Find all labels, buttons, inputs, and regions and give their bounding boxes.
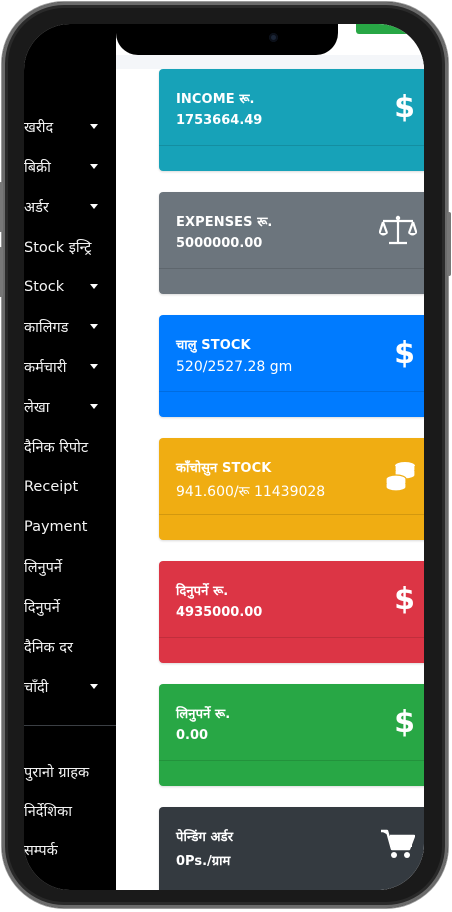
notch: [116, 24, 338, 55]
card-value: 0.00: [176, 728, 209, 743]
sidebar-item-contact[interactable]: सम्पर्क: [24, 830, 116, 869]
phone-frame: खरीद बिक्री अर्डर Stock इन्ट्रि Stock का…: [0, 2, 451, 908]
card-title: पेन्डिंग अर्डर: [176, 830, 234, 845]
sidebar-item-label: बिक्री: [24, 160, 51, 176]
dollar-icon: $: [394, 336, 415, 371]
dollar-icon: $: [394, 90, 415, 125]
expenses-card[interactable]: EXPENSES रू. 5000000.00: [159, 192, 424, 294]
caret-down-icon: [90, 404, 98, 409]
card-footer-divider: [159, 760, 424, 761]
card-title: दिनुपर्ने रू.: [176, 584, 229, 599]
sidebar-item-label: दैनिक रिपोट: [24, 440, 89, 456]
sidebar-item-payment[interactable]: Payment: [24, 507, 116, 547]
sidebar-item-label: लेखा: [24, 400, 50, 416]
sidebar-item-old-customer[interactable]: पुरानो ग्राहक: [24, 752, 116, 791]
card-title: चालु STOCK: [176, 338, 251, 353]
card-value: 520/2527.28 gm: [176, 359, 293, 375]
caret-down-icon: [90, 684, 98, 689]
card-title: INCOME रू.: [176, 92, 255, 107]
card-title: EXPENSES रू.: [176, 215, 273, 230]
card-footer-divider: [159, 268, 424, 269]
card-title: काँचोसुन STOCK: [176, 461, 272, 476]
sidebar-item-label: कर्मचारी: [24, 360, 67, 376]
sidebar-item-label: दिनुपर्ने: [24, 600, 60, 616]
sidebar-item-stock[interactable]: Stock: [24, 267, 116, 307]
sidebar-item-label: चाँदी: [24, 680, 49, 696]
pending-order-card[interactable]: पेन्डिंग अर्डर 0Ps./ग्राम: [159, 807, 424, 890]
dollar-icon: $: [394, 582, 415, 617]
sidebar-item-employee[interactable]: कर्मचारी: [24, 347, 116, 387]
caret-down-icon: [90, 284, 98, 289]
card-value: 1753664.49: [176, 113, 263, 128]
caret-down-icon: [90, 204, 98, 209]
raw-gold-stock-card[interactable]: काँचोसुन STOCK 941.600/रू 11439028: [159, 438, 424, 540]
sidebar-item-directory[interactable]: निर्देशिका: [24, 791, 116, 830]
sidebar-item-accounts[interactable]: लेखा: [24, 387, 116, 427]
card-value: 941.600/रू 11439028: [176, 484, 326, 500]
sidebar-item-label: खरीद: [24, 120, 54, 136]
sidebar-divider: [24, 725, 116, 726]
coins-icon: [385, 460, 417, 496]
volume-button-lower: [0, 247, 3, 297]
sidebar-item-label: निर्देशिका: [24, 803, 73, 820]
card-footer-divider: [159, 637, 424, 638]
volume-button: [0, 182, 3, 232]
card-footer-divider: [159, 145, 424, 146]
sidebar-menu: खरीद बिक्री अर्डर Stock इन्ट्रि Stock का…: [24, 107, 116, 869]
sidebar-item-daily-report[interactable]: दैनिक रिपोट: [24, 427, 116, 467]
sidebar-item-payable[interactable]: दिनुपर्ने: [24, 587, 116, 627]
card-value: 0Ps./ग्राम: [176, 854, 231, 869]
dollar-icon: $: [394, 705, 415, 740]
card-footer-divider: [159, 391, 424, 392]
caret-down-icon: [90, 364, 98, 369]
current-stock-card[interactable]: चालु STOCK 520/2527.28 gm $: [159, 315, 424, 417]
dashboard-content: INCOME रू. 1753664.49 $ EXPENSES रू. 500…: [116, 24, 424, 890]
sidebar-item-order[interactable]: अर्डर: [24, 187, 116, 227]
balance-scale-icon: [378, 214, 418, 250]
sidebar-item-label: Payment: [24, 519, 88, 535]
card-value: 4935000.00: [176, 605, 263, 620]
sidebar-item-receipt[interactable]: Receipt: [24, 467, 116, 507]
receivable-card[interactable]: लिनुपर्ने रू. 0.00 $: [159, 684, 424, 786]
sidebar-item-stock-entry[interactable]: Stock इन्ट्रि: [24, 227, 116, 267]
sidebar-item-receivable[interactable]: लिनुपर्ने: [24, 547, 116, 587]
sidebar-item-label: पुरानो ग्राहक: [24, 764, 90, 781]
sidebar-item-silver[interactable]: चाँदी: [24, 667, 116, 707]
sidebar-item-sales[interactable]: बिक्री: [24, 147, 116, 187]
caret-down-icon: [90, 324, 98, 329]
sidebar-item-label: अर्डर: [24, 200, 49, 216]
content-header-strip: [116, 55, 424, 69]
income-card[interactable]: INCOME रू. 1753664.49 $: [159, 69, 424, 171]
sidebar-item-purchase[interactable]: खरीद: [24, 107, 116, 147]
screen: खरीद बिक्री अर्डर Stock इन्ट्रि Stock का…: [24, 24, 424, 890]
card-footer-divider: [159, 514, 424, 515]
power-button: [447, 212, 451, 276]
topbar-accent: [356, 24, 424, 34]
sidebar-item-label: Stock इन्ट्रि: [24, 240, 92, 256]
card-title: लिनुपर्ने रू.: [176, 707, 231, 722]
camera: [269, 33, 278, 42]
sidebar-item-karigar[interactable]: कालिगड: [24, 307, 116, 347]
sidebar-item-label: Receipt: [24, 479, 79, 495]
sidebar-item-label: लिनुपर्ने: [24, 560, 62, 576]
card-value: 5000000.00: [176, 236, 263, 251]
sidebar: खरीद बिक्री अर्डर Stock इन्ट्रि Stock का…: [24, 24, 116, 890]
payable-card[interactable]: दिनुपर्ने रू. 4935000.00 $: [159, 561, 424, 663]
sidebar-item-label: सम्पर्क: [24, 842, 58, 859]
sidebar-item-label: दैनिक दर: [24, 640, 73, 656]
shopping-cart-icon: [381, 829, 416, 863]
caret-down-icon: [90, 124, 98, 129]
sidebar-item-daily-rate[interactable]: दैनिक दर: [24, 627, 116, 667]
caret-down-icon: [90, 164, 98, 169]
sidebar-item-label: Stock: [24, 279, 65, 295]
sidebar-item-label: कालिगड: [24, 320, 69, 336]
